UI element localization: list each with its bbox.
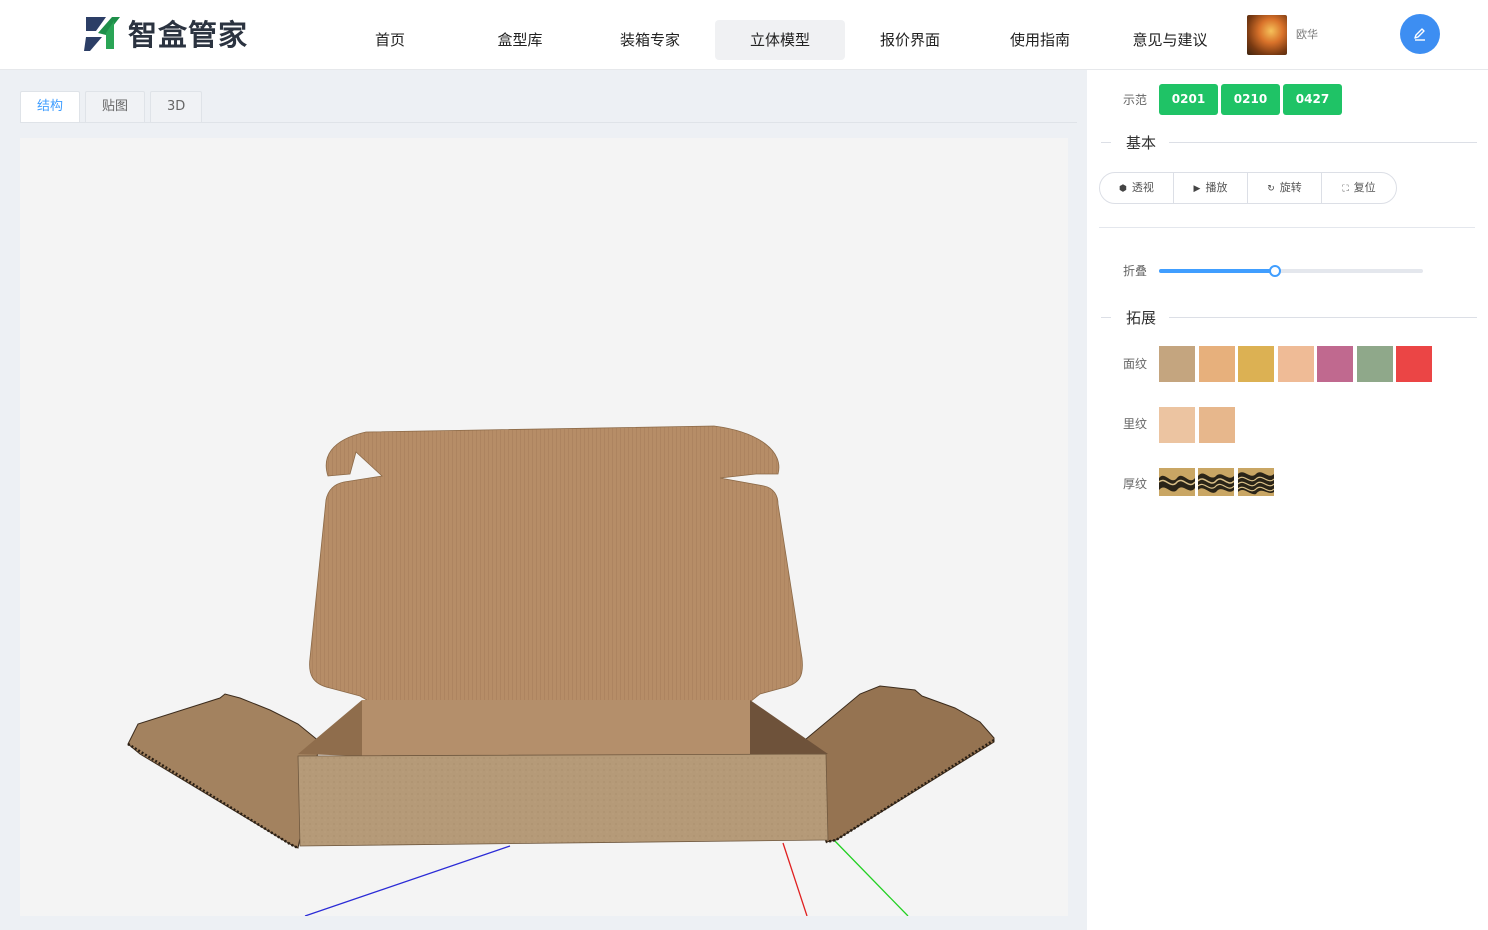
face-color-swatch-7[interactable]	[1396, 346, 1432, 382]
username: 欧华	[1296, 28, 1318, 41]
face-texture-label: 面纹	[1123, 357, 1148, 371]
logo-text: 智盒管家	[128, 18, 249, 52]
box-left-wall	[298, 700, 362, 756]
view-controls: ⬢ 透视 ▶ 播放 ↻ 旋转 ⛶ 复位	[1099, 172, 1397, 204]
divider	[1099, 227, 1475, 228]
thickness-swatch-3[interactable]	[1238, 468, 1274, 496]
nav-feedback[interactable]: 意见与建议	[1105, 20, 1235, 60]
face-color-swatch-5[interactable]	[1317, 346, 1353, 382]
face-color-swatch-6[interactable]	[1356, 346, 1393, 382]
play-icon: ▶	[1193, 184, 1201, 194]
nav-guide[interactable]: 使用指南	[975, 20, 1105, 60]
face-color-swatch-2[interactable]	[1198, 346, 1235, 382]
logo-mark-icon	[84, 17, 120, 51]
thickness-swatch-1[interactable]	[1159, 468, 1195, 496]
avatar[interactable]	[1247, 15, 1287, 55]
box-model	[127, 425, 995, 916]
left-flap	[127, 693, 321, 849]
box-front-face	[297, 753, 829, 847]
tab-structure[interactable]: 结构	[20, 91, 81, 123]
demo-0201-button[interactable]: 0201	[1159, 84, 1218, 115]
tab-3d[interactable]: 3D	[150, 91, 203, 123]
fold-slider-fill	[1159, 269, 1276, 273]
inner-texture-label: 里纹	[1123, 417, 1148, 431]
demo-label: 示范	[1123, 93, 1148, 107]
face-color-swatch-3[interactable]	[1238, 346, 1274, 382]
tab-divider	[20, 122, 1077, 123]
nav-box-library[interactable]: 盒型库	[455, 20, 585, 60]
reset-button[interactable]: ⛶ 复位	[1322, 173, 1396, 203]
fullscreen-icon: ⛶	[1342, 184, 1349, 194]
axis-green	[831, 837, 909, 916]
inner-color-swatch-1[interactable]	[1159, 407, 1195, 443]
face-color-swatch-1[interactable]	[1159, 346, 1195, 382]
basic-section-header: 基本	[1101, 132, 1477, 152]
workspace: 结构 贴图 3D	[0, 70, 1087, 930]
rotate-icon: ↻	[1267, 184, 1275, 194]
play-button[interactable]: ▶ 播放	[1174, 173, 1248, 203]
box-right-wall	[750, 700, 828, 756]
demo-0210-button[interactable]: 0210	[1221, 84, 1280, 115]
fold-slider-handle[interactable]	[1269, 265, 1282, 277]
edit-button[interactable]	[1400, 14, 1440, 54]
rotate-button[interactable]: ↻ 旋转	[1248, 173, 1322, 203]
demo-0427-button[interactable]: 0427	[1283, 84, 1342, 115]
fold-label: 折叠	[1123, 264, 1148, 278]
box-lid	[309, 425, 803, 703]
cube-icon: ⬢	[1119, 184, 1127, 194]
control-panel: 示范 0201 0210 0427 基本 ⬢ 透视 ▶ 播放 ↻ 旋转 ⛶ 复位 折叠 …	[1087, 70, 1488, 930]
top-header: 智盒管家 首页 盒型库 装箱专家 立体模型 报价界面 使用指南 意见与建议 欧华	[0, 0, 1488, 70]
axis-red	[782, 842, 808, 916]
face-color-swatch-4[interactable]	[1277, 346, 1314, 382]
extend-title: 拓展	[1126, 309, 1157, 327]
logo[interactable]: 智盒管家	[84, 12, 248, 54]
view-tabs: 结构 贴图 3D	[20, 91, 207, 123]
3d-viewport[interactable]	[20, 138, 1068, 916]
perspective-button[interactable]: ⬢ 透视	[1100, 173, 1174, 203]
thickness-swatch-2[interactable]	[1198, 468, 1234, 496]
pencil-icon	[1414, 28, 1425, 41]
nav-packing-expert[interactable]: 装箱专家	[585, 20, 715, 60]
box-back-wall	[362, 700, 750, 756]
nav-3d-model[interactable]: 立体模型	[715, 20, 845, 60]
nav-quote[interactable]: 报价界面	[845, 20, 975, 60]
basic-title: 基本	[1126, 134, 1157, 152]
nav-home[interactable]: 首页	[325, 20, 455, 60]
tab-texture[interactable]: 贴图	[85, 91, 146, 123]
thickness-texture-label: 厚纹	[1123, 477, 1148, 491]
extend-section-header: 拓展	[1101, 307, 1477, 327]
axis-blue	[304, 845, 511, 916]
inner-color-swatch-2[interactable]	[1198, 407, 1235, 443]
main-nav: 首页 盒型库 装箱专家 立体模型 报价界面 使用指南 意见与建议	[325, 20, 1235, 60]
right-flap	[799, 685, 995, 843]
